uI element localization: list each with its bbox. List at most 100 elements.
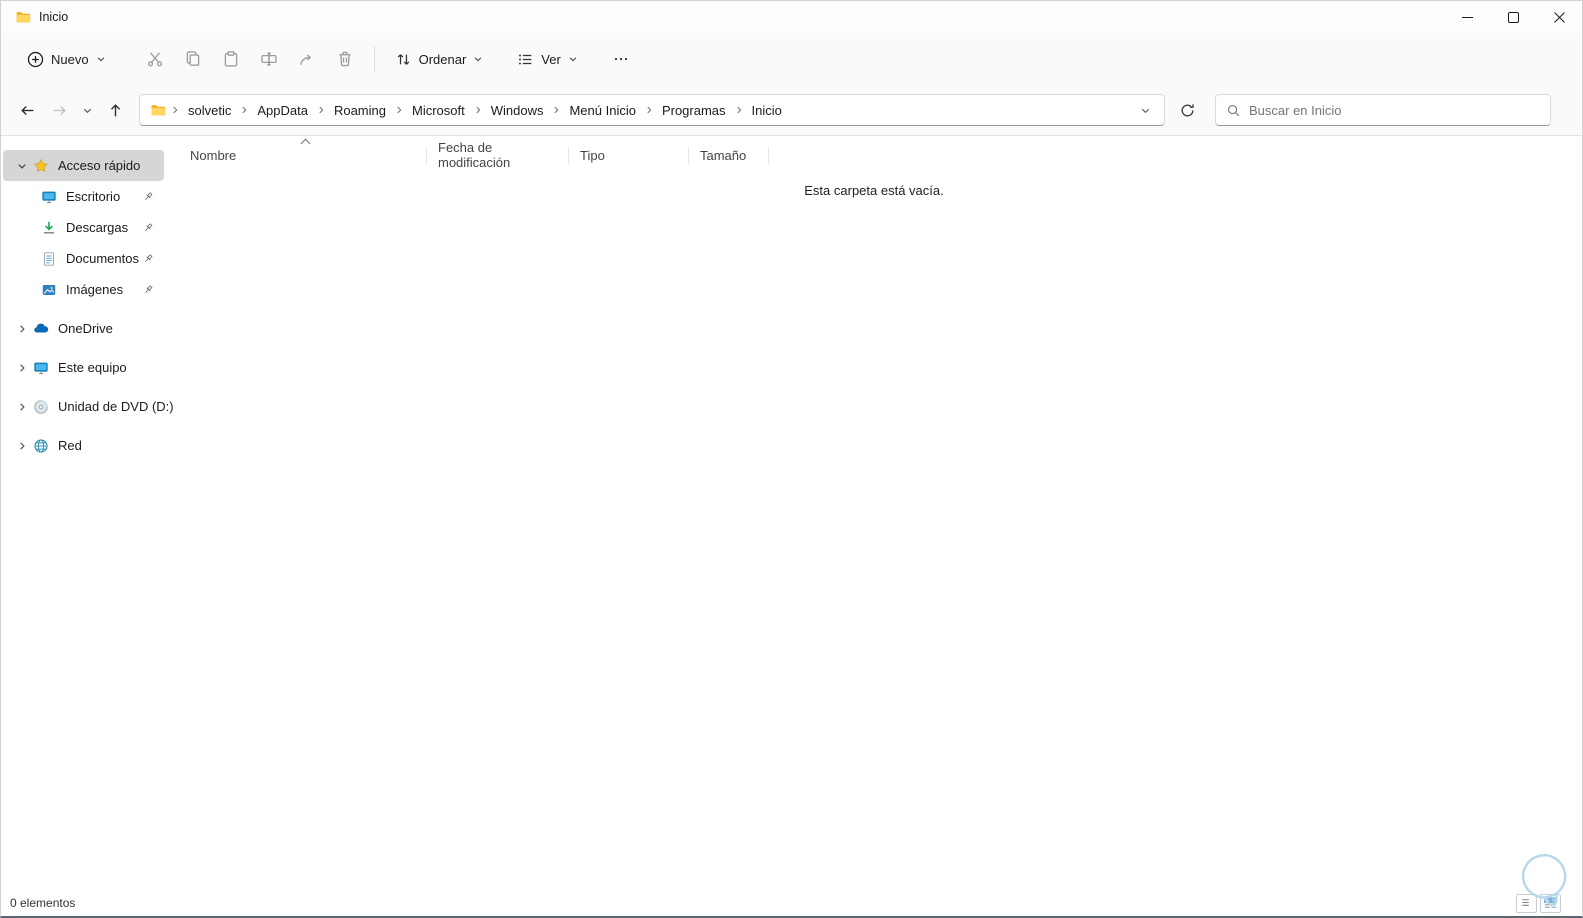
sidebar-item-label: Unidad de DVD (D:) [58,399,174,414]
chevron-right-icon[interactable] [11,440,33,452]
column-header-tamano[interactable]: Tamaño [689,146,769,164]
breadcrumb-chevron-icon[interactable] [642,105,656,115]
chevron-down-icon [96,54,106,64]
command-toolbar: Nuevo Ordenar Ver [1,33,1582,85]
desktop-icon [41,189,57,205]
details-view-button[interactable] [1516,893,1537,913]
sidebar-item-documentos[interactable]: Documentos [3,243,164,274]
sidebar-item-dvd-drive[interactable]: Unidad de DVD (D:) [3,391,174,422]
breadcrumb-segment[interactable]: AppData [251,99,314,122]
maximize-button[interactable] [1490,1,1536,33]
search-input[interactable] [1249,102,1540,118]
chevron-right-icon[interactable] [11,323,33,335]
paste-button[interactable] [212,41,250,77]
breadcrumb-segment[interactable]: Inicio [746,99,788,122]
more-options-icon [613,51,629,67]
column-header-nombre[interactable]: Nombre [179,146,427,164]
search-icon [1226,103,1241,118]
large-icons-view-icon [1544,897,1557,909]
trash-icon [336,50,354,68]
sort-button-label: Ordenar [418,51,467,67]
breadcrumb-segment[interactable]: Windows [485,99,550,122]
delete-button[interactable] [326,41,364,77]
chevron-down-icon[interactable] [11,160,33,172]
sort-button[interactable]: Ordenar [385,43,494,76]
more-options-button[interactable] [602,41,640,77]
sidebar-item-imagenes[interactable]: Imágenes [3,274,164,305]
chevron-right-icon[interactable] [11,362,33,374]
address-dropdown-button[interactable] [1132,97,1158,123]
view-button[interactable]: Ver [507,43,588,76]
forward-arrow-icon [51,102,68,119]
dvd-disc-icon [33,399,49,415]
chevron-down-icon [568,54,578,64]
large-icons-view-button[interactable] [1540,893,1561,913]
content-area: Acceso rápido Escritorio Descargas Docum… [1,137,1582,890]
forward-button[interactable] [43,94,75,126]
items-count: 0 elementos [10,896,76,910]
breadcrumb-segment[interactable]: Programas [656,99,732,122]
copy-button[interactable] [174,41,212,77]
up-button[interactable] [99,94,131,126]
breadcrumb-segment[interactable]: solvetic [182,99,237,122]
window-controls [1444,1,1582,33]
breadcrumb-chevron-icon[interactable] [168,105,182,115]
column-headers: Nombre Fecha de modificación Tipo Tamaño [179,140,769,170]
sidebar-item-onedrive[interactable]: OneDrive [3,313,164,344]
breadcrumb-chevron-icon[interactable] [314,105,328,115]
pin-icon [142,191,154,203]
breadcrumb-segment[interactable]: Microsoft [406,99,471,122]
back-button[interactable] [11,94,43,126]
window-title: Inicio [39,10,69,24]
rename-button[interactable] [250,41,288,77]
sidebar-item-red[interactable]: Red [3,430,164,461]
titlebar-left: Inicio [1,9,68,25]
sidebar-item-este-equipo[interactable]: Este equipo [3,352,164,383]
breadcrumb-chevron-icon[interactable] [549,105,563,115]
maximize-icon [1507,11,1519,23]
sidebar-item-escritorio[interactable]: Escritorio [3,181,164,212]
breadcrumb: solvetic AppData Roaming Microsoft Windo… [168,99,788,122]
picture-icon [41,282,57,298]
breadcrumb-chevron-icon[interactable] [732,105,746,115]
paste-icon [222,50,240,68]
refresh-button[interactable] [1171,94,1203,126]
breadcrumb-segment[interactable]: Menú Inicio [563,99,641,122]
computer-icon [33,360,49,376]
column-header-tipo[interactable]: Tipo [569,146,689,164]
navigation-bar: solvetic AppData Roaming Microsoft Windo… [1,85,1582,136]
breadcrumb-segment[interactable]: Roaming [328,99,392,122]
file-list-area: Nombre Fecha de modificación Tipo Tamaño… [166,137,1582,890]
pin-icon [142,222,154,234]
recent-locations-button[interactable] [75,94,99,126]
sidebar-item-label: Escritorio [66,189,121,204]
chevron-right-icon[interactable] [11,401,33,413]
new-button-label: Nuevo [51,51,89,67]
address-bar[interactable]: solvetic AppData Roaming Microsoft Windo… [139,94,1165,126]
document-icon [41,251,57,267]
folder-icon [150,102,166,118]
download-icon [41,220,57,236]
breadcrumb-chevron-icon[interactable] [237,105,251,115]
chevron-down-icon [82,105,93,116]
sidebar-item-quick-access[interactable]: Acceso rápido [3,150,164,181]
breadcrumb-chevron-icon[interactable] [471,105,485,115]
close-button[interactable] [1536,1,1582,33]
new-button[interactable]: Nuevo [17,43,116,76]
sidebar-item-label: Este equipo [58,360,127,375]
pin-icon [142,253,154,265]
minimize-button[interactable] [1444,1,1490,33]
copy-icon [184,50,202,68]
network-globe-icon [33,438,49,454]
cloud-icon [33,321,49,337]
pin-icon [142,284,154,296]
column-header-fecha[interactable]: Fecha de modificación [427,140,569,170]
share-button[interactable] [288,41,326,77]
navigation-pane: Acceso rápido Escritorio Descargas Docum… [1,137,174,890]
search-box[interactable] [1215,94,1551,126]
sidebar-item-label: Documentos [66,251,139,266]
breadcrumb-chevron-icon[interactable] [392,105,406,115]
cut-button[interactable] [136,41,174,77]
sidebar-item-label: Red [58,438,82,453]
sidebar-item-descargas[interactable]: Descargas [3,212,164,243]
